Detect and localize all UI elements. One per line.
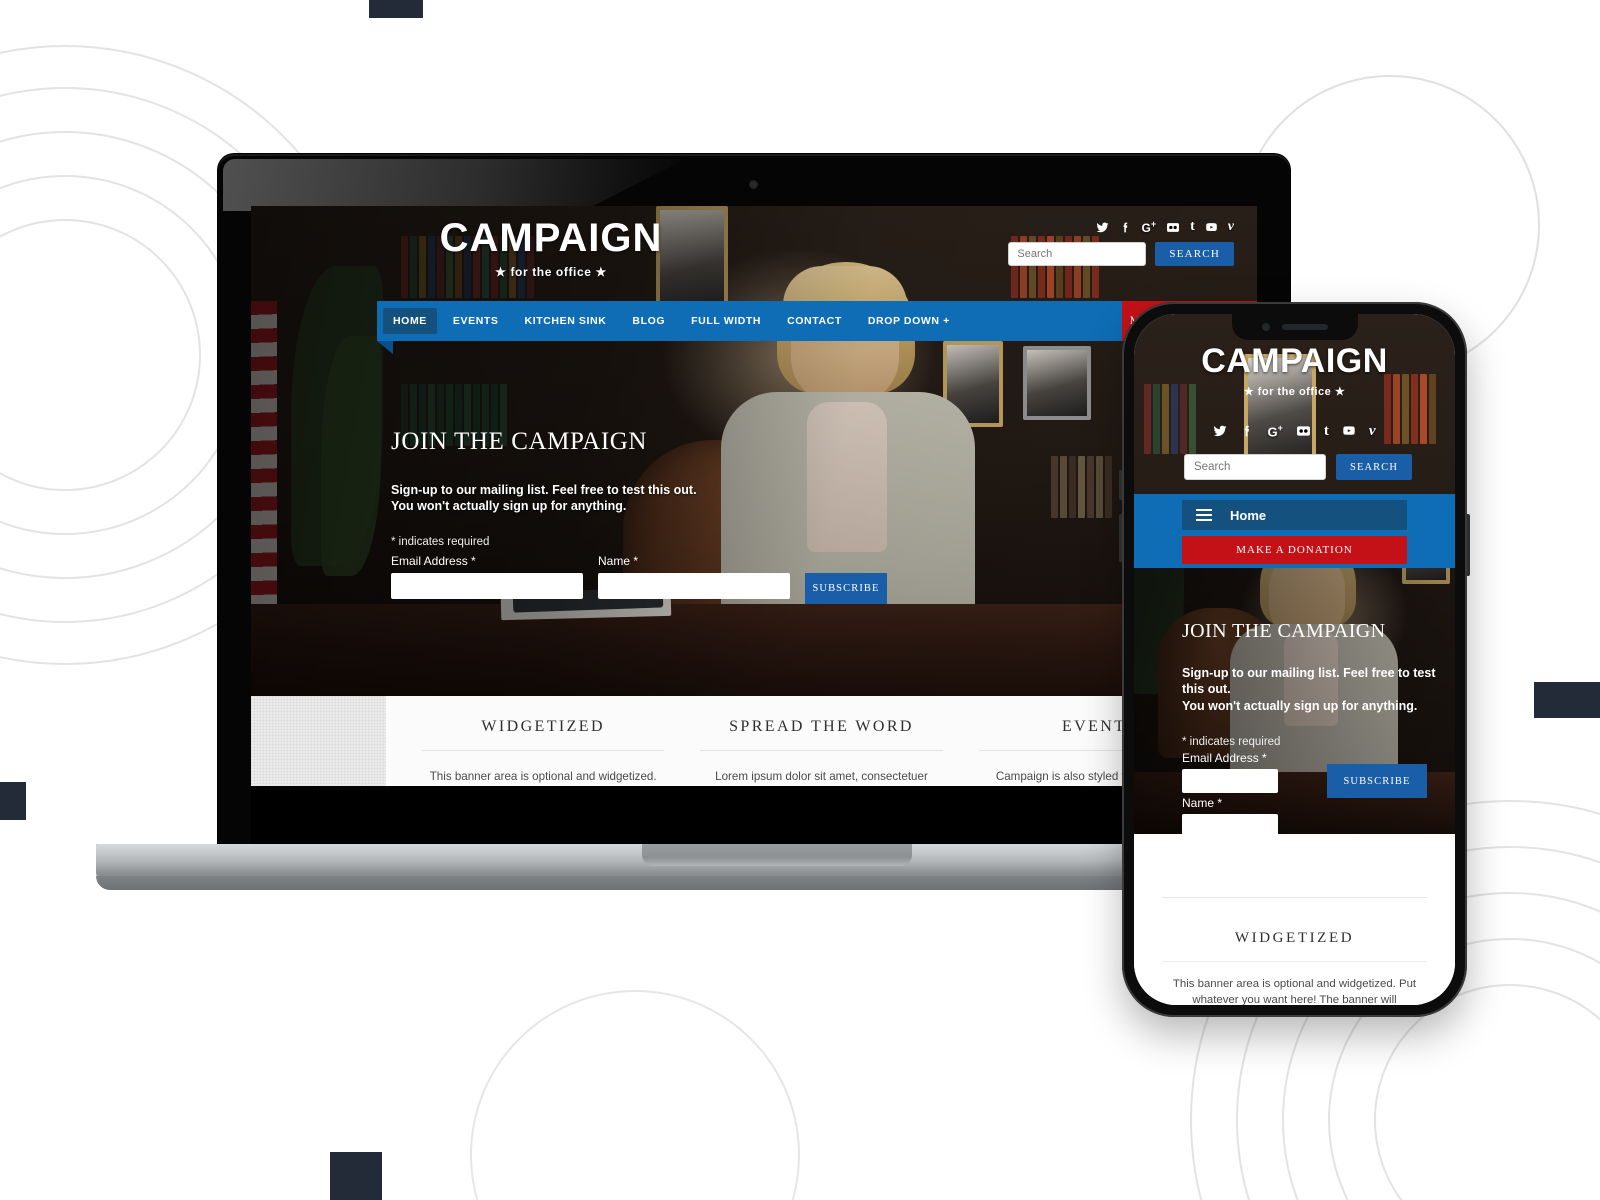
- nav-item-drop-down[interactable]: DROP DOWN +: [858, 308, 960, 334]
- mobile-brand-tagline: ★ for the office ★: [1243, 386, 1346, 398]
- accent-square-top: [369, 0, 423, 18]
- widget-column: SPREAD THE WORD Lorem ipsum dolor sit am…: [682, 718, 960, 786]
- laptop-chin: [251, 786, 1257, 844]
- twitter-icon[interactable]: [1096, 221, 1109, 234]
- subscribe-button[interactable]: SUBSCRIBE: [805, 573, 887, 604]
- nav-item-full-width[interactable]: FULL WIDTH: [681, 308, 771, 334]
- widget-divider: [700, 750, 943, 751]
- nav-item-kitchen-sink[interactable]: KITCHEN SINK: [515, 308, 617, 334]
- signup-form: SUBSCRIBE: [391, 573, 1031, 604]
- flickr-icon[interactable]: [1296, 424, 1311, 440]
- facebook-icon[interactable]: [1119, 221, 1132, 234]
- facebook-icon[interactable]: [1240, 424, 1254, 440]
- mobile-widget-section: WIDGETIZED This banner area is optional …: [1134, 834, 1455, 1005]
- nav-item-home[interactable]: HOME: [383, 308, 437, 334]
- mobile-required-note: * indicates required: [1182, 735, 1281, 748]
- twitter-icon[interactable]: [1213, 424, 1227, 440]
- mobile-navigation: Home MAKE A DONATION: [1134, 494, 1455, 568]
- widget-section: WIDGETIZED This banner area is optional …: [251, 696, 1257, 786]
- nav-item-blog[interactable]: BLOG: [622, 308, 675, 334]
- vimeo-icon[interactable]: v: [1228, 220, 1234, 234]
- widget-title: WIDGETIZED: [481, 718, 605, 735]
- site-header: CAMPAIGN ★ for the office ★ G+ t v Searc…: [251, 206, 1257, 298]
- laptop-screen: CAMPAIGN ★ for the office ★ G+ t v Searc…: [251, 206, 1257, 786]
- mobile-subscribe-button[interactable]: SUBSCRIBE: [1327, 764, 1427, 798]
- mobile-social-links: G+ t v: [1134, 424, 1455, 440]
- mobile-search-button[interactable]: SEARCH: [1336, 454, 1413, 480]
- main-navigation: HOME EVENTS KITCHEN SINK BLOG FULL WIDTH…: [251, 301, 1257, 354]
- mobile-widget-text: This banner area is optional and widgeti…: [1172, 978, 1417, 1005]
- required-note: * indicates required: [391, 536, 490, 548]
- search-bar: SEARCH: [1008, 242, 1234, 266]
- widget-title: SPREAD THE WORD: [729, 718, 914, 735]
- hero-heading: JOIN THE CAMPAIGN: [391, 428, 648, 455]
- decorative-circle-bottom-center: [470, 990, 800, 1200]
- earpiece-speaker-icon: [1281, 324, 1328, 330]
- phone-volume-button: [1119, 514, 1122, 562]
- hero-text-line2: You won't actually sign up for anything.: [391, 499, 627, 513]
- mobile-brand-logo[interactable]: CAMPAIGN ★ for the office ★: [1134, 344, 1455, 398]
- laptop-base-notch: [642, 844, 912, 866]
- google-plus-icon[interactable]: G+: [1267, 424, 1282, 440]
- mobile-donate-button[interactable]: MAKE A DONATION: [1182, 536, 1407, 564]
- hamburger-icon[interactable]: [1196, 509, 1212, 521]
- widget-text: Lorem ipsum dolor sit amet, consectetuer…: [715, 770, 928, 783]
- name-field[interactable]: [598, 573, 790, 599]
- mobile-widget-top-divider: [1162, 897, 1427, 898]
- mobile-hero-heading: JOIN THE CAMPAIGN: [1182, 620, 1386, 642]
- mobile-email-label: Email Address *: [1182, 750, 1267, 765]
- mobile-hero-line2: You won't actually sign up for anything.: [1182, 698, 1418, 713]
- flickr-icon[interactable]: [1166, 221, 1180, 234]
- vimeo-icon[interactable]: v: [1369, 424, 1376, 440]
- phone-notch: [1231, 314, 1358, 340]
- phone-power-button: [1467, 514, 1470, 576]
- email-field[interactable]: [391, 573, 583, 599]
- mobile-hero-content: JOIN THE CAMPAIGN Sign-up to our mailing…: [1182, 620, 1444, 838]
- hero-content: JOIN THE CAMPAIGN Sign-up to our mailing…: [391, 428, 1031, 604]
- search-input[interactable]: [1008, 242, 1147, 266]
- nav-item-contact[interactable]: CONTACT: [777, 308, 852, 334]
- widget-left-gutter: [251, 696, 386, 786]
- widget-column: WIDGETIZED This banner area is optional …: [404, 718, 682, 786]
- phone-mockup: CAMPAIGN ★ for the office ★ G+ t v Searc…: [1119, 302, 1470, 1017]
- search-button[interactable]: SEARCH: [1155, 242, 1234, 266]
- poster-canvas: CAMPAIGN ★ for the office ★ G+ t v Searc…: [0, 0, 1600, 1200]
- phone-mute-button: [1119, 470, 1122, 500]
- brand-tagline: ★ for the office ★: [495, 265, 607, 279]
- mobile-hero-text: Sign-up to our mailing list. Feel free t…: [1182, 665, 1444, 714]
- social-links: G+ t v: [1096, 220, 1234, 235]
- google-plus-icon[interactable]: G+: [1142, 220, 1157, 235]
- mobile-brand-title: CAMPAIGN: [1201, 342, 1388, 380]
- accent-square-right: [1534, 682, 1600, 718]
- nav-links: HOME EVENTS KITCHEN SINK BLOG FULL WIDTH…: [377, 301, 1122, 341]
- accent-square-left: [0, 782, 26, 820]
- mobile-hero-line1: Sign-up to our mailing list. Feel free t…: [1182, 666, 1436, 697]
- mobile-menu-toggle[interactable]: Home: [1182, 500, 1407, 530]
- mobile-email-field[interactable]: [1182, 768, 1278, 793]
- tumblr-icon[interactable]: t: [1190, 220, 1195, 234]
- youtube-icon[interactable]: [1205, 221, 1218, 234]
- brand-logo[interactable]: CAMPAIGN ★ for the office ★: [401, 218, 701, 279]
- accent-square-bottom: [330, 1152, 382, 1200]
- mobile-search-bar: SEARCH: [1184, 454, 1413, 480]
- front-camera-icon: [1261, 323, 1270, 331]
- mobile-search-input[interactable]: [1184, 454, 1326, 480]
- nav-item-events[interactable]: EVENTS: [443, 308, 509, 334]
- email-label: Email Address *: [391, 554, 476, 568]
- youtube-icon[interactable]: [1342, 424, 1356, 440]
- mobile-name-field[interactable]: [1182, 813, 1278, 838]
- hero-text-line1: Sign-up to our mailing list. Feel free t…: [391, 483, 697, 497]
- form-labels: Email Address * Name *: [391, 554, 1031, 569]
- mobile-widget-title: WIDGETIZED: [1234, 930, 1355, 946]
- widget-text: This banner area is optional and widgeti…: [429, 770, 657, 783]
- tumblr-icon[interactable]: t: [1324, 424, 1329, 440]
- widget-divider: [422, 750, 665, 751]
- mobile-widget-divider: [1162, 961, 1427, 962]
- mobile-menu-label: Home: [1230, 507, 1267, 523]
- hero-text: Sign-up to our mailing list. Feel free t…: [391, 482, 1031, 514]
- webcam-icon: [749, 180, 758, 189]
- phone-screen: CAMPAIGN ★ for the office ★ G+ t v Searc…: [1134, 314, 1455, 1005]
- brand-title: CAMPAIGN: [439, 216, 663, 260]
- name-label: Name *: [598, 554, 639, 568]
